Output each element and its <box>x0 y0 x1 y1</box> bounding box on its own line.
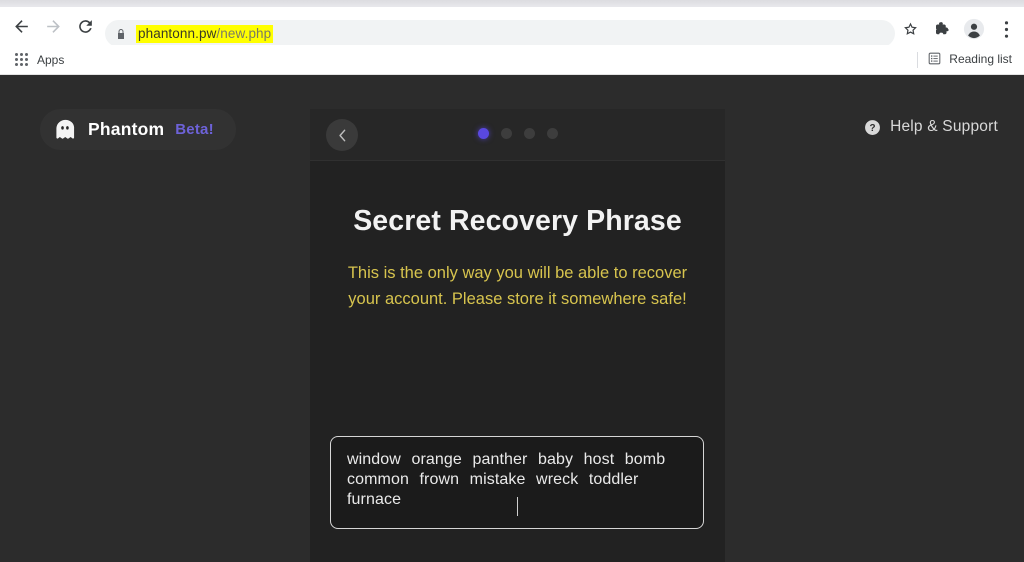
progress-dots <box>310 128 725 139</box>
help-label: Help & Support <box>890 118 998 135</box>
apps-shortcut[interactable]: Apps <box>8 49 70 70</box>
phantom-ghost-icon <box>54 118 77 141</box>
reading-list-icon <box>928 52 941 65</box>
reload-icon <box>78 19 92 33</box>
extensions-puzzle-icon <box>935 22 949 35</box>
help-and-support-link[interactable]: ? Help & Support <box>864 118 998 136</box>
card-header <box>310 109 725 161</box>
browser-tab-strip <box>0 0 1024 7</box>
reading-list-button[interactable]: Reading list <box>921 49 1018 68</box>
phantom-brand: Phantom Beta! <box>40 109 236 150</box>
bookmark-star-icon <box>903 22 917 35</box>
progress-dot-3 <box>523 128 535 139</box>
navigation-buttons <box>0 11 100 41</box>
progress-dot-1 <box>477 128 489 139</box>
back-button[interactable] <box>6 11 36 41</box>
chrome-menu-button[interactable] <box>992 15 1020 43</box>
text-cursor <box>517 497 518 516</box>
address-bar[interactable]: phantonn.pw/new.php <box>105 20 895 47</box>
progress-dot-4 <box>546 128 558 139</box>
page-content: Phantom Beta! ? Help & Support Secret Re… <box>0 76 1024 562</box>
screenshot-root: phantonn.pw/new.php Apps Reading list Ph… <box>0 0 1024 562</box>
seed-phrase-box[interactable]: window orange panther baby host bomb com… <box>330 436 704 529</box>
brand-beta-tag: Beta! <box>175 121 214 138</box>
brand-name: Phantom <box>88 119 165 139</box>
apps-label: Apps <box>37 52 65 67</box>
reading-list-label: Reading list <box>949 51 1012 66</box>
forward-button[interactable] <box>38 11 68 41</box>
progress-dot-2 <box>500 128 512 139</box>
arrow-left-icon <box>14 19 28 33</box>
apps-grid-icon <box>14 52 29 67</box>
url-host: phantonn.pw <box>138 25 217 41</box>
lock-icon <box>115 27 127 41</box>
svg-text:?: ? <box>870 123 876 134</box>
warning-text: This is the only way you will be able to… <box>347 264 688 308</box>
toolbar-right-icons <box>896 15 1020 43</box>
profile-avatar-icon <box>963 18 985 40</box>
bookmarks-divider <box>917 52 918 68</box>
arrow-right-icon <box>46 19 60 33</box>
extensions-button[interactable] <box>928 15 956 43</box>
profile-button[interactable] <box>960 15 988 43</box>
help-circle-icon: ? <box>865 119 881 135</box>
onboarding-card: Secret Recovery Phrase This is the only … <box>310 109 725 562</box>
bookmarks-bar: Apps Reading list <box>0 45 1024 75</box>
browser-toolbar: phantonn.pw/new.php <box>0 7 1024 47</box>
reload-button[interactable] <box>70 11 100 41</box>
url-text: phantonn.pw/new.php <box>136 24 274 43</box>
url-path: /new.php <box>216 25 272 41</box>
bookmark-star-button[interactable] <box>896 15 924 43</box>
chrome-menu-icon <box>1004 20 1008 38</box>
page-title: Secret Recovery Phrase <box>353 205 682 237</box>
